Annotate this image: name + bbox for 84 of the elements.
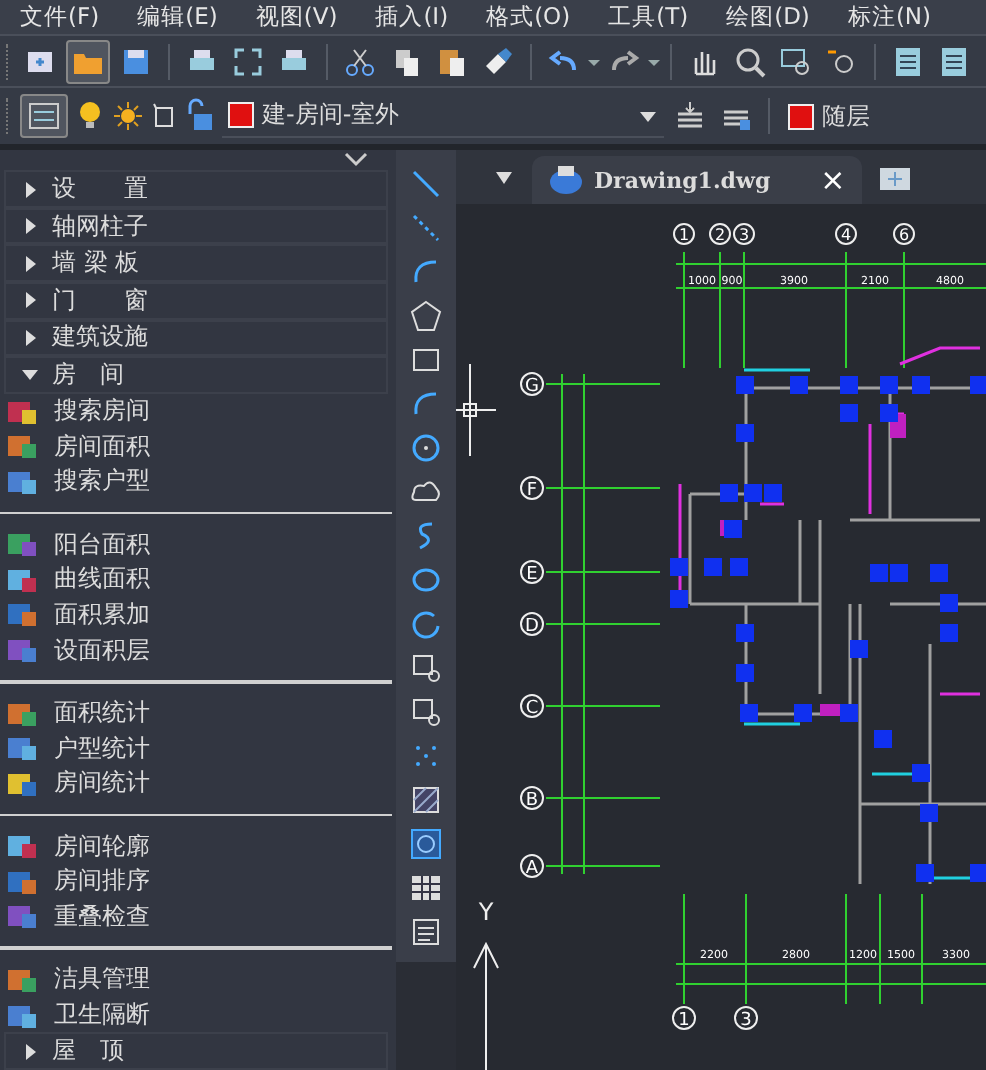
axis-bubble: B: [520, 786, 544, 811]
category-header[interactable]: 轴网柱子: [4, 207, 388, 245]
axis-bubble: D: [520, 612, 544, 637]
menu-item[interactable]: 房间面积: [0, 428, 396, 464]
axis-bubble: 1: [672, 1006, 696, 1031]
axis-bubble: F: [520, 476, 544, 501]
menu-item[interactable]: 标注(N): [847, 2, 932, 32]
menu-item[interactable]: 重叠检查: [0, 899, 396, 935]
tool-icon: [6, 432, 38, 461]
drawing-file-icon: [548, 164, 584, 196]
ucs-axis-icon: [473, 941, 499, 1070]
tool-icon: [6, 530, 38, 559]
open-folder-icon[interactable]: [66, 39, 110, 83]
sun-icon[interactable]: [112, 96, 144, 136]
rotate-icon[interactable]: [408, 606, 444, 642]
axis-bubble: 2: [709, 223, 731, 245]
category-header[interactable]: 屋 顶: [4, 1032, 388, 1070]
menu-item[interactable]: 户型统计: [0, 730, 396, 766]
axis-bubble: 6: [893, 223, 915, 245]
axis-bubble: A: [520, 854, 544, 879]
menu-item[interactable]: 编辑(E): [137, 2, 218, 32]
axis-bubble: 3: [734, 1006, 758, 1031]
tool-icon: [6, 965, 38, 994]
menu-item[interactable]: 阳台面积: [0, 526, 396, 563]
category-header[interactable]: 建筑设施: [4, 319, 388, 357]
tool-icon: [6, 467, 38, 496]
menu-item[interactable]: 插入(I): [375, 2, 449, 32]
text-icon[interactable]: [408, 914, 444, 950]
category-header[interactable]: 房 间: [4, 356, 388, 394]
dashed-line-icon[interactable]: [408, 210, 444, 246]
axis-bubble: 3: [733, 223, 755, 245]
menu-item[interactable]: 工具(T): [608, 2, 689, 32]
cursor-crosshair-icon: [456, 363, 497, 457]
category-header[interactable]: 设 置: [4, 170, 388, 208]
document-tab[interactable]: Drawing1.dwg ×: [532, 156, 862, 204]
tool-icon: [6, 867, 38, 896]
category-header[interactable]: 门 窗: [4, 281, 388, 320]
menu-item[interactable]: 视图(V): [255, 2, 338, 32]
dropdown-arrow-icon[interactable]: [492, 167, 516, 187]
menu-item[interactable]: 房间轮廓: [0, 828, 396, 865]
menu-item[interactable]: 曲线面积: [0, 562, 396, 598]
line-icon[interactable]: [408, 166, 444, 202]
table-icon[interactable]: [408, 870, 444, 906]
menu-item[interactable]: 面积累加: [0, 597, 396, 633]
new-tab-icon[interactable]: [877, 163, 914, 191]
tool-icon: [6, 734, 38, 763]
axis-label: Y: [478, 898, 494, 926]
axis-bubble: E: [520, 560, 544, 585]
region-icon[interactable]: [408, 826, 444, 862]
menu-item[interactable]: 搜索户型: [0, 463, 396, 500]
block-icon[interactable]: [408, 694, 444, 730]
menu-item[interactable]: 文件(F): [20, 2, 100, 32]
tool-icon: [6, 832, 38, 861]
tool-icon: [6, 902, 38, 931]
axis-bubble: C: [520, 694, 544, 719]
tool-icon: [6, 636, 38, 665]
tool-icon: [6, 565, 38, 594]
menu-item[interactable]: 搜索房间: [0, 393, 396, 429]
menu-item[interactable]: 面积统计: [0, 695, 396, 731]
circle-icon[interactable]: [408, 430, 444, 466]
tool-icon: [6, 397, 38, 426]
unlock-icon[interactable]: [184, 96, 216, 136]
menu-item[interactable]: 设面积层: [0, 632, 396, 668]
pentagon-icon[interactable]: [408, 298, 444, 334]
axis-bubble: 4: [835, 223, 857, 245]
menu-item[interactable]: 房间排序: [0, 864, 396, 900]
chevron-icon[interactable]: [344, 152, 368, 169]
tool-icon: [6, 600, 38, 629]
insert-block-icon[interactable]: [408, 650, 444, 686]
menu-item[interactable]: 绘图(D): [726, 2, 810, 32]
menu-item[interactable]: 洁具管理: [0, 962, 396, 998]
axis-bubble: 1: [673, 223, 695, 245]
color-dropdown[interactable]: 随层: [782, 95, 986, 137]
tool-icon: [6, 769, 38, 798]
menu-item[interactable]: 格式(O): [486, 2, 571, 32]
category-header[interactable]: 墙 梁 板: [4, 244, 388, 282]
tool-icon: [6, 1001, 38, 1030]
menu-item[interactable]: 房间统计: [0, 765, 396, 802]
menu-item[interactable]: 卫生隔断: [0, 997, 396, 1033]
close-button[interactable]: ×: [820, 162, 846, 198]
tool-icon: [6, 699, 38, 728]
layer-manager-icon[interactable]: [20, 94, 68, 138]
hatch-icon[interactable]: [408, 782, 444, 818]
axis-bubble: G: [520, 372, 544, 397]
